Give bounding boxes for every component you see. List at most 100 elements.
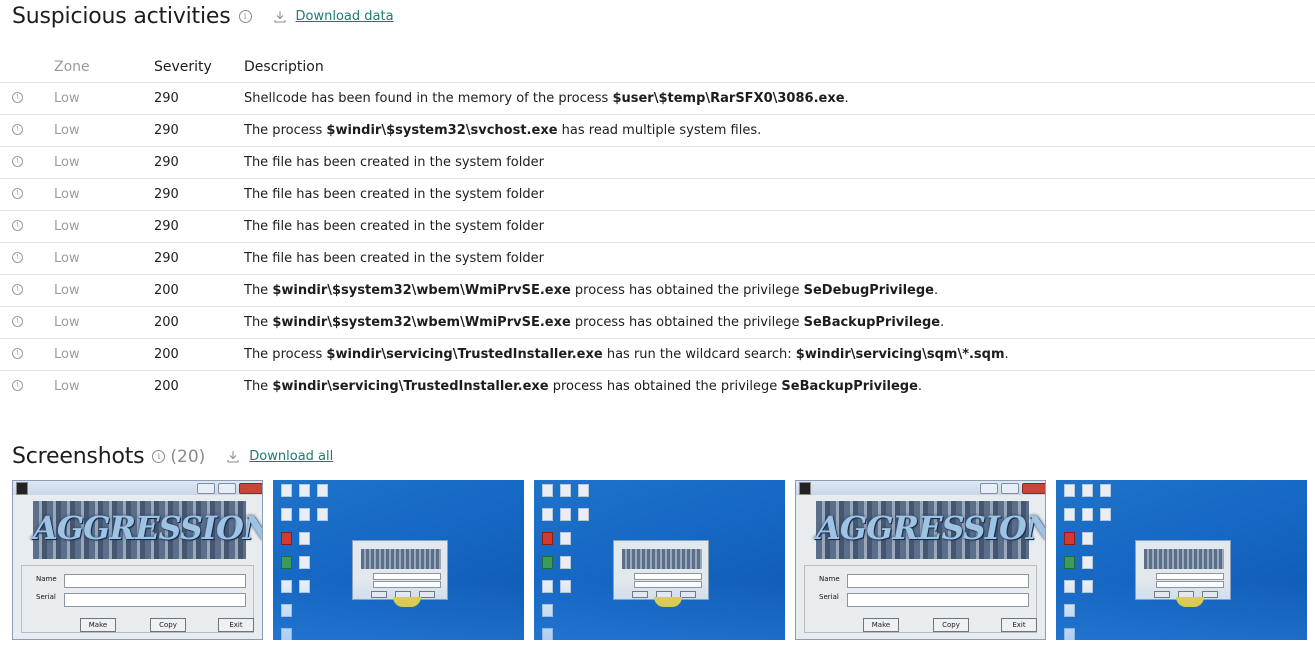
description-cell: The $windir\$system32\wbem\WmiPrvSE.exe … xyxy=(244,306,1315,339)
severity-cell: 200 xyxy=(154,379,179,394)
screenshots-gallery: AGGRESSION Name Serial Make Copy Exit AGGRESSI… xyxy=(12,480,1307,640)
desktop-file-icon xyxy=(281,556,292,569)
desktop-file-icon xyxy=(1082,484,1093,497)
suspicious-activities-table: Zone Severity Description ! Low 290 Shellco… xyxy=(0,52,1315,402)
desktop-file-icon xyxy=(560,556,571,569)
app-banner: AGGRESSION xyxy=(33,501,263,559)
desktop-file-icon xyxy=(560,484,571,497)
column-description[interactable]: Description xyxy=(244,52,1315,83)
download-data-link[interactable]: Download data xyxy=(274,9,394,24)
zone-cell: Low xyxy=(54,114,154,147)
severity-cell: 200 xyxy=(154,306,244,339)
zone-cell: Low xyxy=(54,306,154,339)
serial-label: Serial xyxy=(36,593,56,601)
zone-cell: Low xyxy=(54,379,80,394)
table-row[interactable]: ! Low 290 The file has been created in the … xyxy=(0,242,1315,275)
desktop-file-icon xyxy=(542,556,553,569)
table-row[interactable]: ! Low 200 The $windir\$system32\wbem\WmiPrv… xyxy=(0,306,1315,339)
zone-cell: Low xyxy=(54,82,154,115)
screenshot-thumbnail[interactable] xyxy=(273,480,524,640)
desktop-file-icon xyxy=(281,484,292,497)
copy-button: Copy xyxy=(933,618,969,632)
app-banner xyxy=(1144,549,1224,569)
desktop-file-icon xyxy=(560,532,571,545)
desktop-file-icon xyxy=(1064,556,1075,569)
info-icon[interactable]: i xyxy=(238,10,252,23)
info-icon[interactable]: i xyxy=(152,450,166,463)
keygen-form: Name Serial Make Copy Exit xyxy=(804,565,1037,633)
description-cell: The file has been created in the system … xyxy=(244,242,1315,275)
desktop-file-icon xyxy=(299,508,310,521)
severity-cell: 290 xyxy=(154,242,244,275)
zone-cell: Low xyxy=(54,210,154,243)
table-row[interactable]: ! Low 290 Shellcode has been found in the m… xyxy=(0,82,1315,115)
column-zone[interactable]: Zone xyxy=(54,52,154,83)
zone-cell: Low xyxy=(54,338,154,371)
screenshot-thumbnail[interactable]: AGGRESSION Name Serial Make Copy Exit xyxy=(12,480,263,640)
description-cell: The file has been created in the system … xyxy=(244,146,1315,179)
table-row[interactable]: ! Low 200 The $windir\servicing\TrustedInst… xyxy=(0,371,1315,403)
desktop-file-icon xyxy=(299,532,310,545)
clock-icon: ! xyxy=(12,92,23,103)
desktop-file-icon xyxy=(1082,556,1093,569)
app-icon xyxy=(799,482,811,495)
description-cell: Shellcode has been found in the memory o… xyxy=(244,82,1315,115)
app-icon xyxy=(16,482,28,495)
app-banner: AGGRESSION xyxy=(816,501,1046,559)
table-row[interactable]: ! Low 290 The process $windir\$system32\svc… xyxy=(0,114,1315,147)
zone-cell: Low xyxy=(54,178,154,211)
wallpaper-glow xyxy=(1056,580,1307,640)
close-icon xyxy=(1022,483,1045,494)
desktop-file-icon xyxy=(317,484,328,497)
exit-button: Exit xyxy=(218,618,254,632)
screenshots-title: Screenshots xyxy=(12,444,145,469)
download-all-link[interactable]: Download all xyxy=(227,449,333,464)
screenshot-thumbnail[interactable]: AGGRESSION Name Serial Make Copy Exit xyxy=(795,480,1046,640)
desktop-file-icon xyxy=(578,484,589,497)
app-banner-text: AGGRESSION xyxy=(33,509,263,547)
desktop-file-icon xyxy=(1100,508,1111,521)
desktop-file-icon xyxy=(1082,508,1093,521)
desktop-file-icon xyxy=(281,508,292,521)
desktop-file-icon xyxy=(542,508,553,521)
screenshot-thumbnail[interactable] xyxy=(534,480,785,640)
name-label: Name xyxy=(36,575,57,583)
table-row[interactable]: ! Low 200 The $windir\$system32\wbem\WmiPrv… xyxy=(0,274,1315,307)
severity-cell: 290 xyxy=(154,146,244,179)
app-banner-text: AGGRESSION xyxy=(816,509,1046,547)
maximize-icon xyxy=(218,483,236,494)
desktop-file-icon xyxy=(1082,532,1093,545)
table-row[interactable]: ! Low 290 The file has been created in the … xyxy=(0,210,1315,243)
severity-cell: 290 xyxy=(154,178,244,211)
name-field xyxy=(64,574,246,588)
app-banner xyxy=(361,549,441,569)
clock-icon: ! xyxy=(12,156,23,167)
name-field xyxy=(373,573,441,580)
keygen-form: Name Serial Make Copy Exit xyxy=(21,565,254,633)
clock-icon: ! xyxy=(12,252,23,263)
description-cell: The file has been created in the system … xyxy=(244,210,1315,243)
table-row[interactable]: ! Low 200 The process $windir\servicing\Tru… xyxy=(0,338,1315,371)
screenshot-thumbnail[interactable] xyxy=(1056,480,1307,640)
clock-icon: ! xyxy=(12,348,23,359)
table-row[interactable]: ! Low 290 The file has been created in the … xyxy=(0,178,1315,211)
serial-field xyxy=(64,593,246,607)
suspicious-activities-title: Suspicious activities xyxy=(12,4,231,29)
window-titlebar xyxy=(796,481,1045,495)
desktop-file-icon xyxy=(299,556,310,569)
table-row[interactable]: ! Low 290 The file has been created in the … xyxy=(0,146,1315,179)
clock-icon: ! xyxy=(12,284,23,295)
description-cell: The $windir\$system32\wbem\WmiPrvSE.exe … xyxy=(244,274,1315,307)
column-severity[interactable]: Severity xyxy=(154,52,244,83)
download-icon xyxy=(227,451,239,463)
table-header-row: Zone Severity Description xyxy=(0,52,1315,83)
suspicious-activities-header: Suspicious activities i Download data xyxy=(12,4,394,29)
clock-icon: ! xyxy=(12,380,23,391)
copy-button: Copy xyxy=(150,618,186,632)
desktop-file-icon xyxy=(1064,508,1075,521)
severity-cell: 200 xyxy=(154,338,244,371)
exit-button: Exit xyxy=(1001,618,1037,632)
clock-icon: ! xyxy=(12,316,23,327)
zone-cell: Low xyxy=(54,274,154,307)
name-label: Name xyxy=(819,575,840,583)
